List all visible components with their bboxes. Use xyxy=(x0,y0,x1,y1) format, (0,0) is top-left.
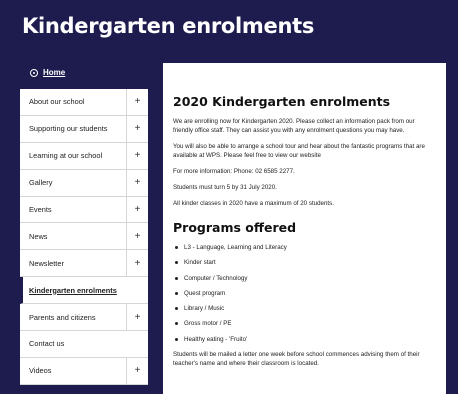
expand-plus-icon[interactable]: + xyxy=(126,89,148,115)
paragraph-enrolling: We are enrolling now for Kindergarten 20… xyxy=(173,118,415,134)
program-label: Gross motor / PE xyxy=(184,320,232,328)
sidebar-item-label: News xyxy=(29,231,48,241)
sidebar-item-news[interactable]: News + xyxy=(20,223,148,251)
programs-heading: Programs offered xyxy=(173,220,297,235)
program-label: Computer / Technology xyxy=(184,274,248,282)
bullet-icon xyxy=(175,261,178,265)
bullet-icon xyxy=(175,246,178,249)
expand-plus-icon[interactable]: + xyxy=(126,223,148,250)
sidebar-item-learning[interactable]: Learning at our school + xyxy=(20,142,148,170)
program-label: Quest program xyxy=(184,289,226,297)
expand-plus-icon[interactable]: + xyxy=(126,196,148,223)
home-icon xyxy=(30,68,38,77)
list-item: Library / Music xyxy=(173,304,436,313)
sidebar-item-label: Videos xyxy=(29,366,52,376)
expand-plus-icon[interactable]: + xyxy=(126,169,148,196)
sidebar-item-label: Kindergarten enrolments xyxy=(29,285,117,295)
main-content: 2020 Kindergarten enrolments We are enro… xyxy=(163,63,446,394)
expand-plus-icon[interactable]: + xyxy=(126,142,148,169)
sidebar-item-label: Contact us xyxy=(29,339,65,349)
sidebar-item-label: About our school xyxy=(29,97,85,107)
bullet-icon xyxy=(175,307,178,311)
sidebar-item-events[interactable]: Events + xyxy=(20,196,148,224)
bullet-icon xyxy=(175,276,178,280)
program-label: Kinder start xyxy=(184,259,216,267)
list-item: Healthy eating - 'Fruito' xyxy=(173,335,436,344)
list-item: L3 - Language, Learning and Literacy xyxy=(173,243,436,252)
home-link[interactable]: Home xyxy=(43,68,65,77)
program-label: Library / Music xyxy=(184,305,225,313)
sidebar-item-label: Supporting our students xyxy=(29,124,108,134)
sidebar-item-label: Parents and citizens xyxy=(29,312,96,322)
sidebar-item-videos[interactable]: Videos + xyxy=(20,357,148,385)
sidebar-item-gallery[interactable]: Gallery + xyxy=(20,169,148,197)
bullet-icon xyxy=(175,337,178,341)
page-title: Kindergarten enrolments xyxy=(22,14,315,38)
program-label: Healthy eating - 'Fruito' xyxy=(184,335,248,343)
paragraph-tour: You will also be able to arrange a schoo… xyxy=(173,143,425,159)
sidebar-item-label: Gallery xyxy=(29,178,53,188)
sidebar-item-contact[interactable]: Contact us xyxy=(20,331,148,358)
list-item: Kinder start xyxy=(173,258,436,267)
sidebar-item-kindergarten-enrolments[interactable]: Kindergarten enrolments xyxy=(20,277,148,305)
bullet-icon xyxy=(175,322,178,326)
program-label: L3 - Language, Learning and Literacy xyxy=(184,244,287,251)
expand-plus-icon[interactable]: + xyxy=(126,250,148,277)
paragraph-age: Students must turn 5 by 31 July 2020. xyxy=(173,184,277,191)
paragraph-letter: Students will be mailed a letter one wee… xyxy=(173,351,420,368)
paragraph-phone: For more information: Phone: 02 6585 227… xyxy=(173,168,295,175)
sidebar-item-label: Events xyxy=(29,205,52,214)
sidebar-item-label: Newsletter xyxy=(29,258,64,268)
sidebar-item-supporting[interactable]: Supporting our students + xyxy=(20,115,148,143)
sidebar-item-about[interactable]: About our school + xyxy=(20,89,148,116)
breadcrumb: Home xyxy=(30,68,65,77)
list-item: Computer / Technology xyxy=(173,274,436,283)
sidebar-item-newsletter[interactable]: Newsletter + xyxy=(20,250,148,278)
programs-list: L3 - Language, Learning and Literacy Kin… xyxy=(173,243,436,344)
expand-plus-icon[interactable]: + xyxy=(126,115,148,142)
content-heading: 2020 Kindergarten enrolments xyxy=(173,94,391,109)
expand-plus-icon[interactable]: + xyxy=(126,357,148,384)
bullet-icon xyxy=(175,291,178,295)
sidebar-item-parents[interactable]: Parents and citizens + xyxy=(20,304,148,332)
sidebar-item-label: Learning at our school xyxy=(29,151,103,161)
expand-plus-icon[interactable]: + xyxy=(126,304,148,331)
sidebar-nav: About our school + Supporting our studen… xyxy=(20,89,148,385)
paragraph-class-size: All kinder classes in 2020 have a maximu… xyxy=(173,200,334,207)
list-item: Quest program xyxy=(173,289,436,298)
list-item: Gross motor / PE xyxy=(173,319,436,328)
